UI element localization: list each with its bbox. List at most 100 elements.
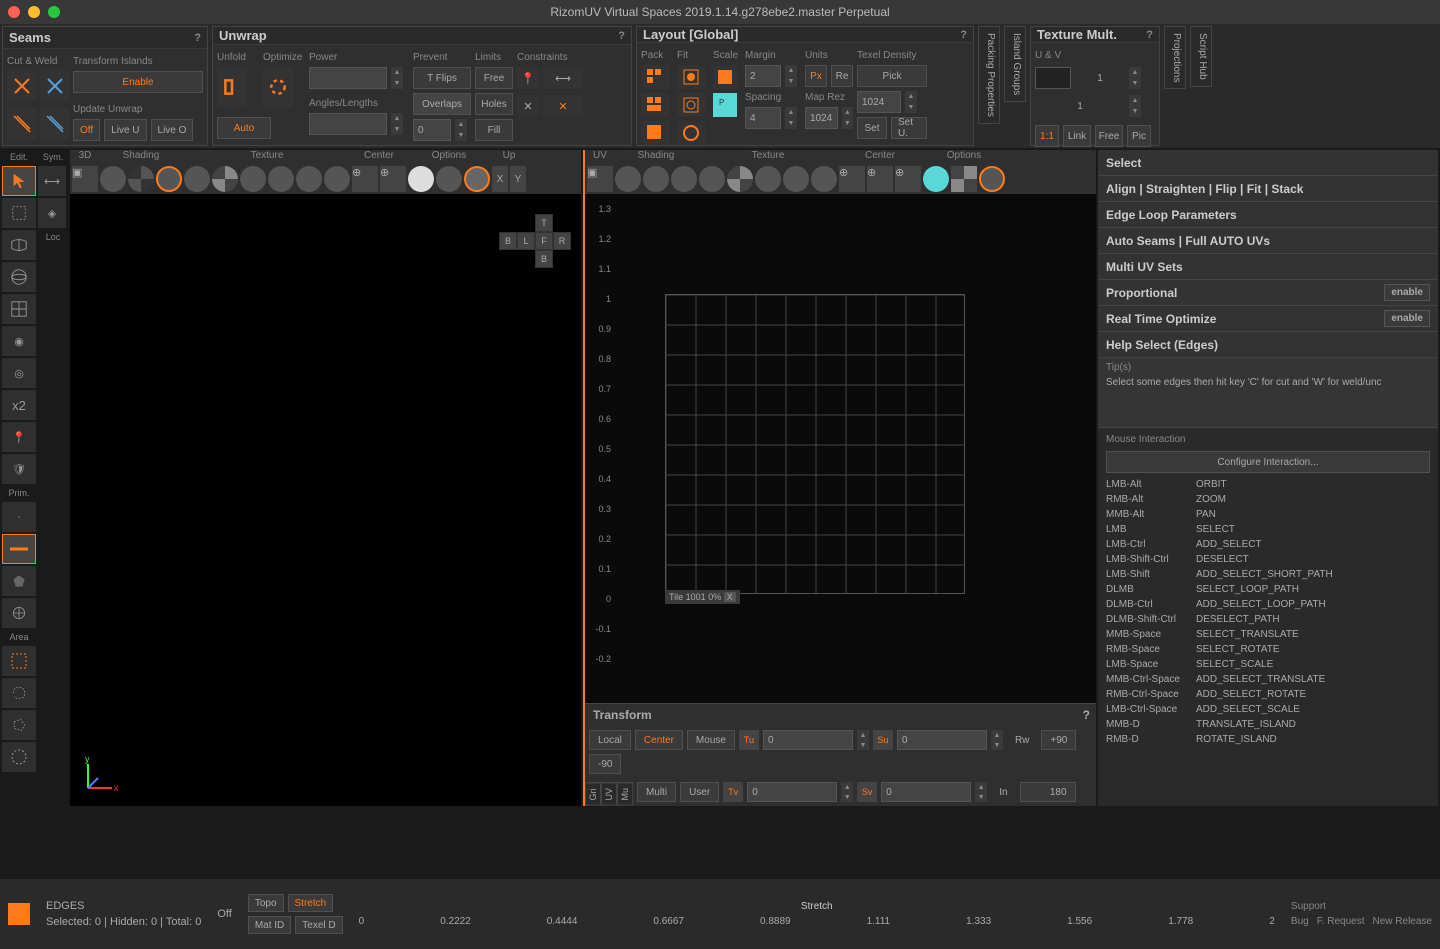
- zero-spinner[interactable]: ▲▼: [455, 119, 467, 141]
- autoseams-header[interactable]: Auto Seams | Full AUTO UVs: [1098, 228, 1438, 254]
- user-button[interactable]: User: [680, 782, 719, 802]
- enable-button[interactable]: enable: [1384, 310, 1430, 327]
- margin-field[interactable]: 2: [745, 65, 781, 87]
- shade-2[interactable]: [643, 166, 669, 192]
- tex-3[interactable]: [240, 166, 266, 192]
- help-icon[interactable]: ?: [618, 30, 625, 42]
- rect-tool[interactable]: [2, 198, 36, 228]
- re-button[interactable]: Re: [831, 65, 853, 87]
- fill-button[interactable]: Fill: [475, 119, 513, 141]
- sv-spinner[interactable]: ▲▼: [975, 782, 987, 802]
- point-prim[interactable]: ·: [2, 502, 36, 532]
- sym-1[interactable]: ⟷: [38, 166, 66, 196]
- td-spinner[interactable]: ▲▼: [905, 91, 917, 113]
- cut-all-icon[interactable]: [7, 109, 36, 139]
- weld-icon[interactable]: [40, 71, 69, 101]
- fit-icon-1[interactable]: [677, 65, 705, 89]
- face-prim[interactable]: [2, 566, 36, 596]
- shade-3[interactable]: [671, 166, 697, 192]
- constraint-del-icon[interactable]: ✕: [543, 95, 583, 117]
- help-header[interactable]: Help Select (Edges): [1098, 332, 1438, 358]
- maximize-icon[interactable]: [48, 6, 60, 18]
- matid-button[interactable]: Mat ID: [248, 916, 291, 934]
- circle-area[interactable]: [2, 742, 36, 772]
- up-x[interactable]: X: [492, 166, 508, 192]
- x2-tool[interactable]: x2: [2, 390, 36, 420]
- center-3[interactable]: ⊕: [895, 166, 921, 192]
- angles-spinner[interactable]: ▲▼: [391, 113, 403, 135]
- angles-field[interactable]: [309, 113, 387, 135]
- cross-icon[interactable]: ✕: [517, 95, 539, 117]
- sphere-tool[interactable]: [2, 262, 36, 292]
- grid-tool[interactable]: [2, 294, 36, 324]
- r180-button[interactable]: 180: [1020, 782, 1076, 802]
- uv-tab[interactable]: UV: [601, 783, 617, 806]
- gri-tab[interactable]: Gri: [585, 783, 601, 806]
- tex-2[interactable]: [727, 166, 753, 192]
- pin-icon[interactable]: 📍: [517, 67, 539, 89]
- set-u-button[interactable]: Set U.: [891, 117, 927, 139]
- link-button[interactable]: Link: [1063, 125, 1091, 147]
- enable-button[interactable]: Enable: [73, 71, 203, 93]
- overlaps-button[interactable]: Overlaps: [413, 93, 471, 115]
- edgeloop-header[interactable]: Edge Loop Parameters: [1098, 202, 1438, 228]
- free-button[interactable]: Free: [1095, 125, 1123, 147]
- margin-spinner[interactable]: ▲▼: [785, 65, 797, 87]
- pin-tool[interactable]: 📍: [2, 422, 36, 452]
- opt-1[interactable]: [408, 166, 434, 192]
- holes-button[interactable]: Holes: [475, 93, 513, 115]
- td-field[interactable]: 1024: [857, 91, 901, 113]
- tu-spinner[interactable]: ▲▼: [857, 730, 869, 750]
- camera2-tool[interactable]: ◎: [2, 358, 36, 388]
- opt-3[interactable]: [464, 166, 490, 192]
- tex-5[interactable]: [811, 166, 837, 192]
- scale-icon-1[interactable]: [713, 65, 737, 89]
- multiuv-header[interactable]: Multi UV Sets: [1098, 254, 1438, 280]
- maprez-spinner[interactable]: ▲▼: [842, 107, 853, 129]
- center-1[interactable]: ⊕: [839, 166, 865, 192]
- realtime-header[interactable]: Real Time Optimizeenable: [1098, 306, 1438, 332]
- pointer-tool[interactable]: [2, 166, 36, 196]
- pack-icon-2[interactable]: [641, 93, 669, 117]
- cut-icon[interactable]: [7, 71, 36, 101]
- packing-properties-tab[interactable]: Packing Properties: [978, 26, 1000, 124]
- cube-t[interactable]: T: [535, 214, 553, 232]
- pack-icon-3[interactable]: [641, 121, 669, 145]
- off-button[interactable]: Off: [73, 119, 100, 141]
- island-prim[interactable]: [2, 598, 36, 628]
- fit-icon-2[interactable]: [677, 93, 705, 117]
- vp3d-canvas[interactable]: T BLFR B x y: [70, 194, 581, 806]
- tv-field[interactable]: [747, 782, 837, 802]
- fit-icon-3[interactable]: [677, 121, 705, 145]
- sym-2[interactable]: ◈: [38, 198, 66, 228]
- sv-field[interactable]: [881, 782, 971, 802]
- shade-1[interactable]: [615, 166, 641, 192]
- cube-b2[interactable]: B: [535, 250, 553, 268]
- minimize-icon[interactable]: [28, 6, 40, 18]
- opt-3[interactable]: [979, 166, 1005, 192]
- power-field[interactable]: [309, 67, 387, 89]
- island-groups-tab[interactable]: Island Groups: [1004, 26, 1026, 102]
- cube-f[interactable]: F: [535, 232, 553, 250]
- power-spinner[interactable]: ▲▼: [391, 67, 403, 89]
- tex-5[interactable]: [296, 166, 322, 192]
- tex-3[interactable]: [755, 166, 781, 192]
- optimize-icon[interactable]: [263, 67, 293, 107]
- topo-button[interactable]: Topo: [248, 894, 284, 912]
- center-2[interactable]: ⊕: [380, 166, 406, 192]
- axis-constraint-icon[interactable]: ⟷: [543, 67, 583, 89]
- center-2[interactable]: ⊕: [867, 166, 893, 192]
- enable-button[interactable]: enable: [1384, 284, 1430, 301]
- weld-all-icon[interactable]: [40, 109, 69, 139]
- v-spinner[interactable]: ▲▼: [1129, 95, 1141, 117]
- opt-2[interactable]: [436, 166, 462, 192]
- edge-prim[interactable]: [2, 534, 36, 564]
- camera-tool[interactable]: ◉: [2, 326, 36, 356]
- projections-tab[interactable]: Projections: [1164, 26, 1186, 89]
- mesh-tool[interactable]: [2, 230, 36, 260]
- live-u-button[interactable]: Live U: [104, 119, 146, 141]
- lasso-area[interactable]: [2, 678, 36, 708]
- mouse-button[interactable]: Mouse: [687, 730, 735, 750]
- maprez-field[interactable]: 1024: [805, 107, 838, 129]
- pick-button[interactable]: Pick: [857, 65, 927, 87]
